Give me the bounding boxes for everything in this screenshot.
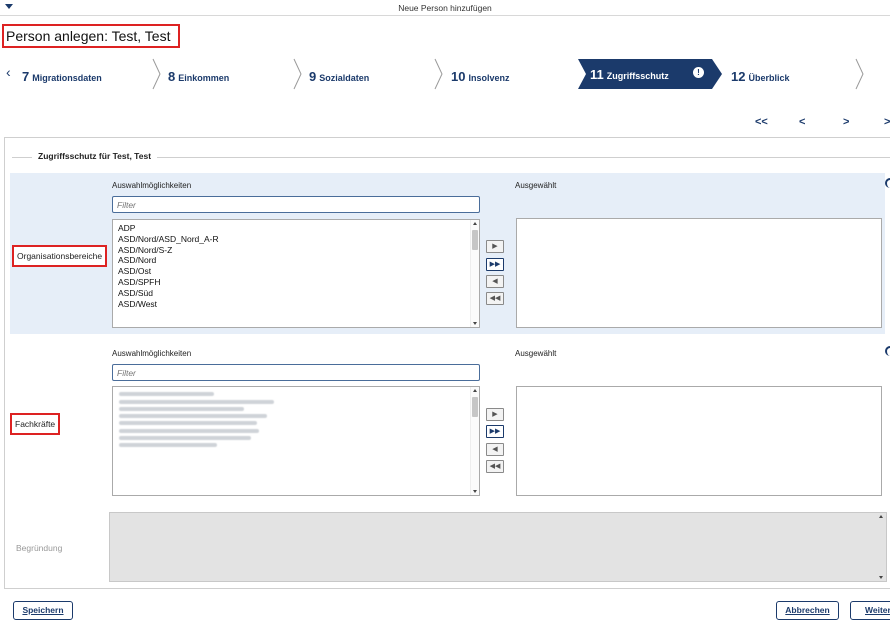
play-icon: ▶ bbox=[492, 411, 498, 418]
fast-forward-icon: ▶▶ bbox=[489, 261, 501, 268]
scroll-thumb[interactable] bbox=[472, 397, 478, 417]
list-item[interactable]: ASD/Nord bbox=[113, 255, 479, 266]
list-item[interactable] bbox=[119, 436, 251, 441]
play-reverse-icon: ◀ bbox=[492, 278, 498, 285]
add-all-button[interactable]: ▶▶ bbox=[486, 425, 504, 438]
play-icon: ▶ bbox=[492, 243, 498, 250]
fach-filter-input[interactable] bbox=[112, 364, 480, 381]
step-label: Sozialdaten bbox=[319, 73, 370, 83]
add-selected-button[interactable]: ▶ bbox=[486, 240, 504, 253]
add-all-button[interactable]: ▶▶ bbox=[486, 258, 504, 271]
active-step-text: 11 Zugriffsschutz bbox=[590, 67, 669, 82]
step-label: Überblick bbox=[748, 73, 790, 83]
first-page-button[interactable]: << bbox=[755, 116, 768, 128]
window-titlebar: Neue Person hinzufügen bbox=[0, 0, 890, 16]
list-item[interactable]: ASD/Nord/S-Z bbox=[113, 245, 479, 256]
org-filter-input[interactable] bbox=[112, 196, 480, 213]
org-options-list[interactable]: ADP ASD/Nord/ASD_Nord_A-R ASD/Nord/S-Z A… bbox=[112, 219, 480, 328]
scroll-up-icon[interactable] bbox=[879, 515, 883, 518]
next-page-button[interactable]: > bbox=[843, 116, 849, 128]
chevron-right-icon[interactable] bbox=[855, 58, 865, 90]
step-separator-icon bbox=[293, 58, 303, 90]
step-number: 12 bbox=[731, 69, 746, 84]
chevron-left-icon[interactable]: ‹ bbox=[6, 64, 11, 80]
list-item[interactable] bbox=[119, 406, 244, 411]
window-title: Neue Person hinzufügen bbox=[398, 3, 492, 13]
scroll-up-icon[interactable] bbox=[473, 222, 477, 225]
remove-all-button[interactable]: ◀◀ bbox=[486, 292, 504, 305]
scroll-up-icon[interactable] bbox=[473, 389, 477, 392]
list-item[interactable]: ASD/West bbox=[113, 299, 479, 310]
wizard-steps: ‹ 7 Migrationsdaten 8 Einkommen 9 Sozialdat… bbox=[0, 58, 890, 90]
org-selected-list[interactable] bbox=[516, 218, 882, 328]
info-icon[interactable]: ! bbox=[693, 67, 704, 78]
step-ueberblick[interactable]: 12 Überblick bbox=[731, 69, 789, 84]
scroll-down-icon[interactable] bbox=[879, 576, 883, 579]
fach-options-header: Auswahlmöglichkeiten bbox=[112, 349, 192, 358]
list-item[interactable] bbox=[119, 421, 257, 426]
step-zugriffsschutz[interactable]: 11 Zugriffsschutz ! bbox=[578, 59, 722, 89]
last-page-button[interactable]: > bbox=[884, 116, 890, 128]
step-label: Zugriffsschutz bbox=[606, 71, 669, 81]
section-legend: Zugriffsschutz für Test, Test bbox=[32, 151, 158, 161]
list-item[interactable] bbox=[119, 392, 214, 397]
list-item[interactable] bbox=[119, 414, 267, 419]
list-item[interactable]: ASD/Nord/ASD_Nord_A-R bbox=[113, 234, 479, 245]
step-number: 8 bbox=[168, 69, 176, 84]
step-label: Einkommen bbox=[178, 73, 230, 83]
step-separator-icon bbox=[434, 58, 444, 90]
org-list-scrollbar[interactable] bbox=[470, 220, 479, 327]
list-item[interactable] bbox=[119, 399, 274, 404]
play-reverse-icon: ◀ bbox=[492, 446, 498, 453]
list-item[interactable] bbox=[119, 443, 217, 448]
rewind-icon: ◀◀ bbox=[489, 295, 501, 302]
step-sozialdaten[interactable]: 9 Sozialdaten bbox=[309, 69, 369, 84]
org-options-header: Auswahlmöglichkeiten bbox=[112, 181, 192, 190]
begruendung-label: Begründung bbox=[16, 543, 63, 553]
scroll-down-icon[interactable] bbox=[473, 490, 477, 493]
prev-page-button[interactable]: < bbox=[799, 116, 805, 128]
list-item[interactable] bbox=[119, 428, 259, 433]
page-title: Person anlegen: Test, Test bbox=[6, 28, 171, 44]
rewind-icon: ◀◀ bbox=[489, 463, 501, 470]
begruendung-scrollbar[interactable] bbox=[877, 513, 886, 581]
fachkraefte-label: Fachkräfte bbox=[10, 413, 61, 435]
remove-selected-button[interactable]: ◀ bbox=[486, 443, 504, 456]
list-item[interactable]: ASD/Süd bbox=[113, 288, 479, 299]
step-number: 10 bbox=[451, 69, 466, 84]
begruendung-textarea[interactable] bbox=[109, 512, 887, 582]
cancel-button[interactable]: Abbrechen bbox=[776, 601, 839, 620]
redacted-entries bbox=[113, 387, 479, 448]
fach-selected-list[interactable] bbox=[516, 386, 882, 496]
list-item[interactable]: ASD/SPFH bbox=[113, 277, 479, 288]
save-button[interactable]: Speichern bbox=[13, 601, 73, 620]
remove-selected-button[interactable]: ◀ bbox=[486, 275, 504, 288]
step-number: 9 bbox=[309, 69, 317, 84]
fach-list-scrollbar[interactable] bbox=[470, 387, 479, 495]
step-einkommen[interactable]: 8 Einkommen bbox=[168, 69, 229, 84]
organisationsbereiche-label: Organisationsbereiche bbox=[12, 245, 108, 267]
step-migrationsdaten[interactable]: 7 Migrationsdaten bbox=[22, 69, 102, 84]
remove-all-button[interactable]: ◀◀ bbox=[486, 460, 504, 473]
step-insolvenz[interactable]: 10 Insolvenz bbox=[451, 69, 509, 84]
help-icon[interactable] bbox=[885, 178, 890, 188]
step-label: Migrationsdaten bbox=[32, 73, 102, 83]
org-selected-header: Ausgewählt bbox=[515, 181, 557, 190]
fach-selected-header: Ausgewählt bbox=[515, 349, 557, 358]
scroll-down-icon[interactable] bbox=[473, 322, 477, 325]
scroll-thumb[interactable] bbox=[472, 230, 478, 250]
fach-options-list[interactable] bbox=[112, 386, 480, 496]
next-button[interactable]: Weiter bbox=[850, 601, 890, 620]
add-selected-button[interactable]: ▶ bbox=[486, 408, 504, 421]
list-item[interactable]: ADP bbox=[113, 223, 479, 234]
fast-forward-icon: ▶▶ bbox=[489, 428, 501, 435]
step-number: 11 bbox=[590, 67, 604, 82]
list-item[interactable]: ASD/Ost bbox=[113, 266, 479, 277]
step-number: 7 bbox=[22, 69, 30, 84]
step-label: Insolvenz bbox=[468, 73, 510, 83]
step-separator-icon bbox=[152, 58, 162, 90]
help-icon[interactable] bbox=[885, 346, 890, 356]
